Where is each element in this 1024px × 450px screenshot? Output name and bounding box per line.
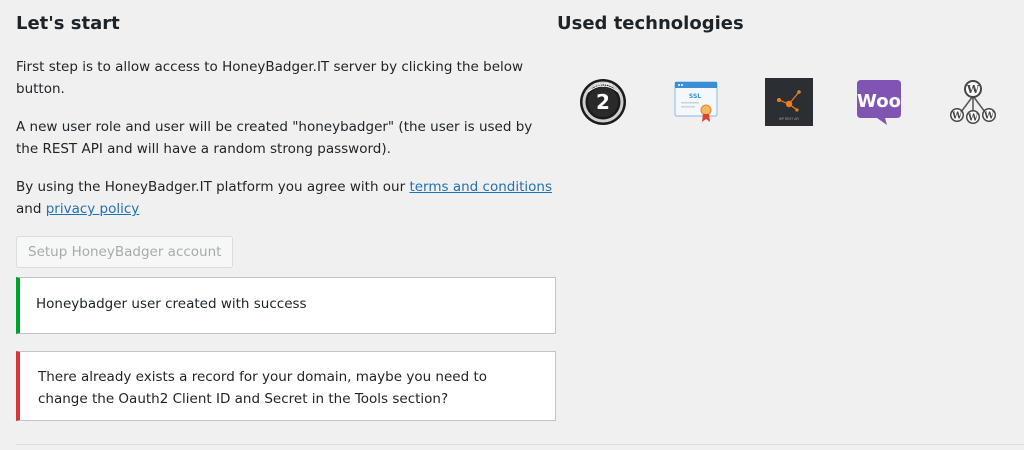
woocommerce-icon: Woo	[855, 78, 903, 126]
ssl-label: SSL	[689, 93, 701, 100]
svg-text:W: W	[983, 112, 995, 122]
intro-section: Let's start First step is to allow acces…	[16, 12, 556, 268]
woocommerce-label: Woo	[857, 91, 901, 112]
technologies-title: Used technologies	[557, 13, 744, 34]
intro-title: Let's start	[16, 13, 120, 34]
oauth2-label: 2	[596, 90, 610, 114]
success-notice-text: Honeybadger user created with success	[36, 296, 307, 312]
section-divider	[16, 444, 1024, 445]
terms-link[interactable]: terms and conditions	[409, 179, 552, 195]
error-notice: There already exists a record for your d…	[16, 351, 556, 421]
intro-paragraph-1-text: First step is to allow access to HoneyBa…	[16, 59, 524, 97]
technologies-list: OAUTH 2 SSL WP REST API Woo W W W W	[557, 78, 1017, 138]
success-notice: Honeybadger user created with success	[16, 277, 556, 334]
agreement-text: By using the HoneyBadger.IT platform you…	[16, 179, 410, 195]
oauth2-arc-text: OAUTH	[594, 83, 612, 89]
error-notice-text: There already exists a record for your d…	[38, 369, 488, 407]
intro-paragraph-1: First step is to allow access to HoneyBa…	[16, 56, 556, 100]
wordpress-multisite-icon: W W W W	[949, 78, 997, 126]
svg-text:W: W	[967, 114, 979, 124]
oauth2-icon: OAUTH 2	[579, 78, 627, 126]
privacy-link[interactable]: privacy policy	[46, 201, 140, 217]
page: Let's start First step is to allow acces…	[0, 0, 1024, 450]
svg-text:W: W	[966, 83, 980, 96]
ssl-icon: SSL	[673, 78, 721, 126]
intro-paragraph-3: By using the HoneyBadger.IT platform you…	[16, 176, 556, 220]
intro-paragraph-2-text: A new user role and user will be created…	[16, 119, 533, 157]
wp-rest-api-label: WP REST API	[779, 117, 799, 121]
svg-text:W: W	[951, 112, 963, 122]
wp-rest-api-icon: WP REST API	[765, 78, 813, 126]
technologies-section: Used technologies OAUTH 2 SSL WP REST AP…	[557, 12, 1017, 126]
agreement-and-text: and	[16, 201, 46, 217]
intro-paragraph-2: A new user role and user will be created…	[16, 116, 556, 160]
setup-account-button[interactable]: Setup HoneyBadger account	[16, 236, 234, 268]
